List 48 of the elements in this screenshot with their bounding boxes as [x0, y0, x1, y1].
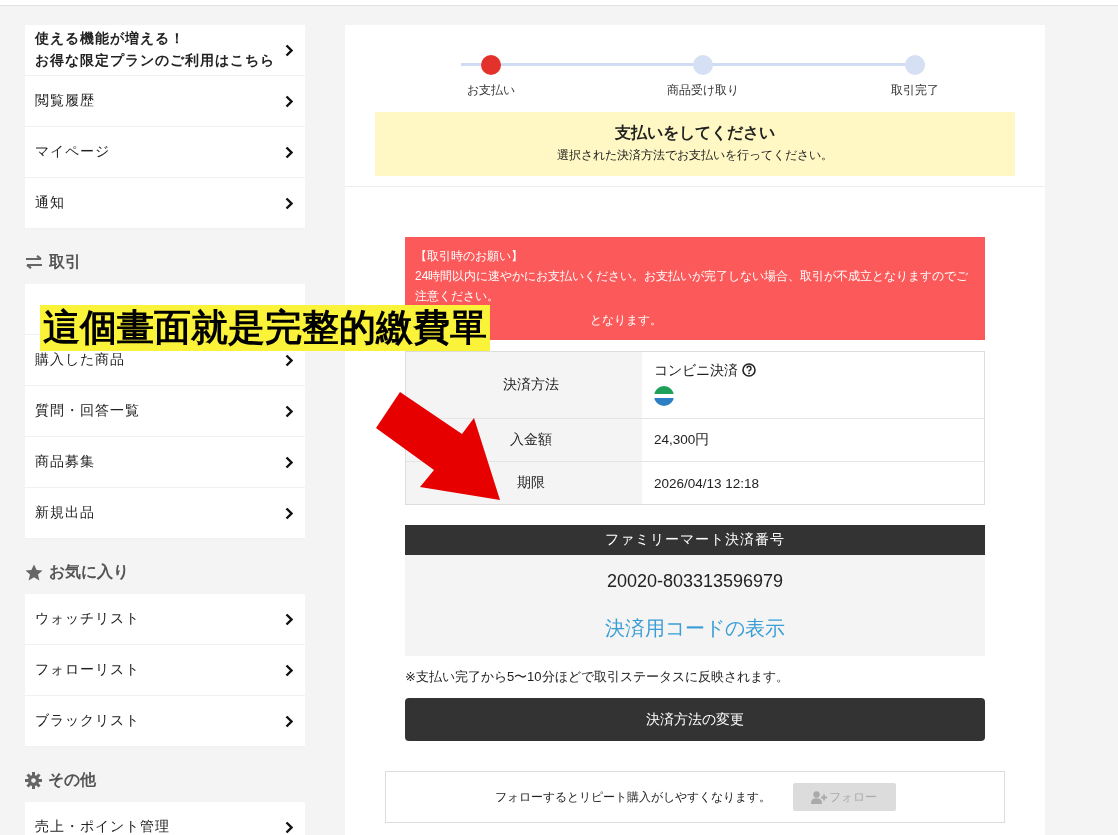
chevron-icon [285, 612, 293, 626]
payment-number: 20020-803313596979 [606, 571, 784, 592]
sidebar-item[interactable]: 通知 [35, 194, 65, 212]
chevron-icon [285, 506, 293, 520]
chevron-icon [285, 714, 293, 728]
sidebar-item[interactable]: フォローリスト [35, 661, 140, 679]
chevron-icon [285, 404, 293, 418]
chevron-icon [285, 663, 293, 677]
chevron-icon [285, 820, 293, 834]
sidebar-item[interactable]: 閲覧履歴 [35, 92, 95, 110]
sidebar-item[interactable]: ウォッチリスト [35, 610, 140, 628]
step-label: お支払い [467, 83, 515, 98]
swap-arrows-icon [25, 255, 43, 269]
sidebar-item[interactable]: 商品募集 [35, 453, 95, 471]
add-user-icon [811, 790, 827, 804]
help-icon[interactable] [741, 362, 756, 377]
step-label: 取引完了 [891, 83, 939, 98]
star-icon [25, 563, 43, 581]
note-text: ※支払い完了から5〜10分ほどで取引ステータスに反映されます。 [405, 668, 790, 686]
sidebar-item[interactable]: 新規出品 [35, 504, 95, 522]
section-heading: お気に入り [49, 561, 129, 582]
cell-label: 入金額 [510, 431, 552, 449]
chevron-icon [285, 196, 293, 210]
step-label: 商品受け取り [667, 83, 739, 98]
store-logo-icon [654, 385, 674, 406]
section-heading: その他 [48, 769, 96, 790]
change-method-button[interactable]: 決済方法の変更 [405, 698, 985, 741]
annotation-caption: 這個畫面就是完整的繳費單 [40, 305, 490, 351]
sidebar-item[interactable]: マイページ [35, 143, 110, 161]
chevron-icon [285, 43, 293, 57]
status-banner: 支払いをしてください 選択された決済方法でお支払いを行ってください。 [375, 112, 1015, 176]
chevron-icon [285, 94, 293, 108]
gear-icon [25, 771, 42, 789]
sidebar-item[interactable]: ブラックリスト [35, 712, 140, 730]
chevron-icon [285, 455, 293, 469]
chevron-icon [285, 353, 293, 367]
chevron-icon [285, 145, 293, 159]
sidebar-item[interactable]: 購入した商品 [35, 351, 125, 369]
code-header: ファミリーマート決済番号 [405, 525, 985, 555]
follow-hint: フォローするとリピート購入がしやすくなります。 [494, 788, 771, 806]
cell-label: 期限 [517, 474, 545, 492]
cell-label: 決済方法 [503, 376, 559, 394]
cell-value: 2026/04/13 12:18 [654, 475, 760, 491]
section-heading: 取引 [49, 251, 81, 272]
promo-link[interactable]: 使える機能が増える！ お得な限定プランのご利用はこちら [25, 25, 305, 76]
sidebar-item[interactable]: 質問・回答一覧 [35, 402, 140, 420]
cell-value: 24,300円 [654, 431, 710, 449]
cell-value: コンビニ決済 [654, 362, 738, 378]
